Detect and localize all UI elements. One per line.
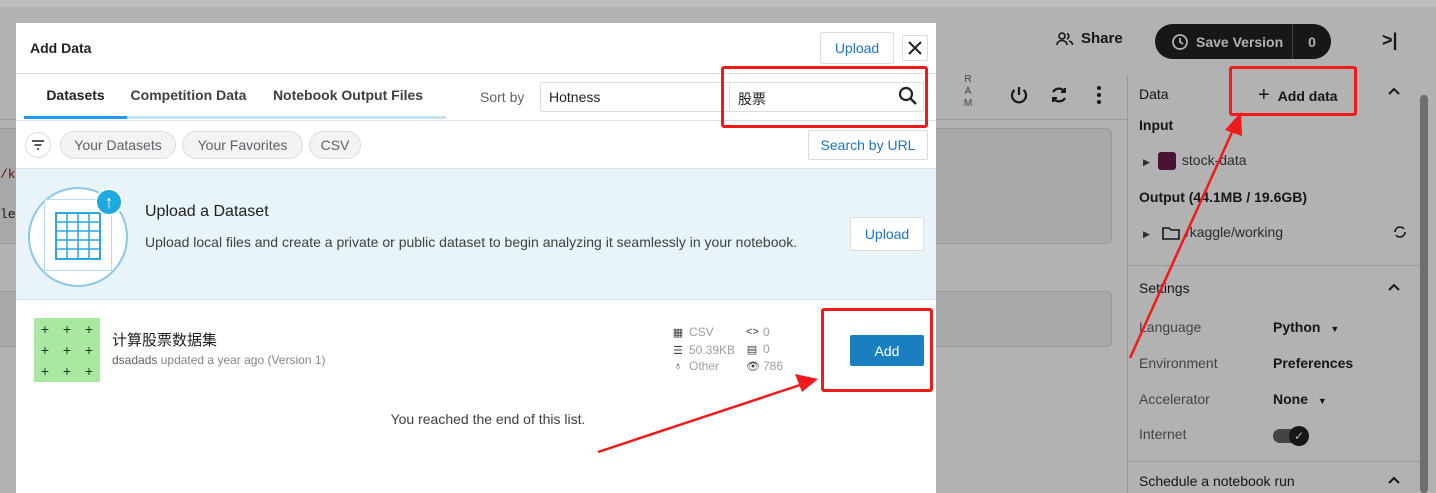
annotation-arrow xyxy=(597,383,801,454)
annotation-arrow xyxy=(1128,129,1235,359)
annotation-arrowhead xyxy=(795,374,818,392)
annotation-arrowhead xyxy=(1225,112,1242,136)
annotation-arrows xyxy=(597,112,1242,454)
